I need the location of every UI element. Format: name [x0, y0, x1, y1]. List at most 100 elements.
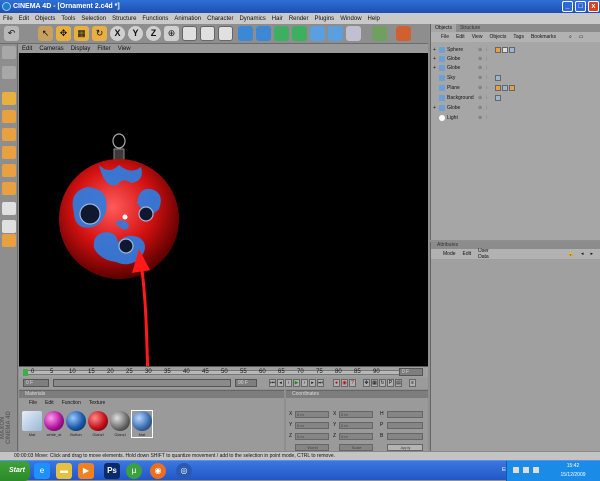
- tweak-mode-icon[interactable]: [2, 220, 16, 233]
- use-model-tool-icon[interactable]: [2, 92, 16, 105]
- record-scale-icon[interactable]: ▦: [371, 379, 378, 387]
- spline-pen-icon[interactable]: [274, 26, 289, 41]
- rotation-h-field[interactable]: [387, 411, 423, 418]
- menu-animation[interactable]: Animation: [174, 16, 201, 22]
- material-swatch[interactable]: Glanzl: [88, 411, 108, 437]
- position-z-field[interactable]: 0 m: [295, 433, 329, 440]
- object-mode-icon[interactable]: [2, 66, 16, 79]
- vp-menu-edit[interactable]: Edit: [22, 46, 32, 52]
- visibility-flags[interactable]: ⊕ ⁝: [478, 74, 488, 82]
- lock-icon[interactable]: 🔒: [568, 251, 574, 257]
- texture-tag-icon[interactable]: [502, 46, 508, 53]
- timeline-settings-icon[interactable]: ≡: [409, 379, 416, 387]
- menu-hair[interactable]: Hair: [272, 16, 283, 22]
- object-row[interactable]: Light ⊕ ⁝: [431, 114, 600, 122]
- expand-icon[interactable]: +: [433, 46, 436, 54]
- maximize-button[interactable]: □: [575, 1, 586, 12]
- position-y-field[interactable]: 0 m: [295, 422, 329, 429]
- texture-mode-icon[interactable]: [2, 110, 16, 123]
- minimize-button[interactable]: _: [562, 1, 573, 12]
- firefox-icon[interactable]: ◉: [150, 463, 166, 479]
- menu-objects[interactable]: Objects: [35, 16, 55, 22]
- visibility-flags[interactable]: ⊕ ⁝: [478, 94, 488, 102]
- points-mode-icon[interactable]: [2, 146, 16, 159]
- scale-z-field[interactable]: 0 m: [339, 433, 373, 440]
- object-tags[interactable]: [495, 74, 502, 82]
- play-icon[interactable]: ▶: [293, 379, 300, 387]
- mat-menu-function[interactable]: Function: [62, 400, 81, 406]
- menu-character[interactable]: Character: [207, 16, 233, 22]
- texture-tag-icon[interactable]: [509, 84, 515, 91]
- obj-menu-view[interactable]: View: [472, 34, 483, 40]
- phong-tag-icon[interactable]: [495, 46, 501, 53]
- menu-render[interactable]: Render: [289, 16, 309, 22]
- material-swatch[interactable]: Mat: [22, 411, 42, 437]
- enable-axis-icon[interactable]: [2, 202, 16, 215]
- object-tags[interactable]: [495, 84, 516, 92]
- deformer-icon[interactable]: [328, 26, 343, 41]
- material-tag-icon[interactable]: [495, 74, 501, 81]
- generator-icon[interactable]: [292, 26, 307, 41]
- size-mode-dropdown[interactable]: Scale: [339, 444, 373, 451]
- cube-primitive-icon[interactable]: [238, 26, 253, 41]
- rotation-p-field[interactable]: [387, 422, 423, 429]
- current-frame-field[interactable]: 0 F: [399, 368, 423, 376]
- y-axis-lock-icon[interactable]: Y: [128, 26, 143, 41]
- tab-structure[interactable]: Structure: [456, 24, 484, 32]
- go-to-start-icon[interactable]: ⏮: [269, 379, 276, 387]
- close-button[interactable]: x: [588, 1, 599, 12]
- light-icon[interactable]: [396, 26, 411, 41]
- apply-button[interactable]: Apply: [387, 444, 423, 451]
- tab-objects[interactable]: Objects: [431, 24, 456, 32]
- record-pla-icon[interactable]: ▤: [395, 379, 402, 387]
- obj-menu-objects[interactable]: Objects: [489, 34, 506, 40]
- compositing-tag-icon[interactable]: [495, 84, 501, 91]
- next-key-icon[interactable]: ▸: [309, 379, 316, 387]
- network-icon[interactable]: [513, 467, 519, 473]
- axis-mode-icon[interactable]: [2, 128, 16, 141]
- position-x-field[interactable]: 0 m: [295, 411, 329, 418]
- object-row[interactable]: + Globe ⊕ ⁝: [431, 64, 600, 72]
- cinema4d-task-icon[interactable]: ◎: [176, 463, 192, 479]
- expand-icon[interactable]: +: [433, 104, 436, 112]
- material-swatch[interactable]: Glanzl: [110, 411, 130, 437]
- material-swatch-selected[interactable]: Mat: [131, 410, 153, 438]
- object-row[interactable]: Sky ⊕ ⁝: [431, 74, 600, 82]
- menu-dynamics[interactable]: Dynamics: [239, 16, 265, 22]
- material-tag-icon[interactable]: [502, 84, 508, 91]
- polygons-mode-icon[interactable]: [2, 182, 16, 195]
- render-picture-viewer-icon[interactable]: [200, 26, 215, 41]
- nav-forward-icon[interactable]: ▸: [590, 251, 593, 257]
- volume-icon[interactable]: [523, 467, 529, 473]
- security-icon[interactable]: [533, 467, 539, 473]
- visibility-flags[interactable]: ⊕ ⁝: [478, 114, 488, 122]
- timeline[interactable]: 0 5 10 15 20 25 30 35 40 45 50 55 60 65 …: [19, 366, 428, 377]
- vp-menu-view[interactable]: View: [118, 46, 131, 52]
- snap-icon[interactable]: [2, 234, 16, 247]
- edges-mode-icon[interactable]: [2, 164, 16, 177]
- visibility-flags[interactable]: ⊕ ⁝: [478, 55, 488, 63]
- scale-icon[interactable]: ▦: [74, 26, 89, 41]
- render-settings-icon[interactable]: [218, 26, 233, 41]
- expand-icon[interactable]: +: [433, 55, 436, 63]
- record-parameter-icon[interactable]: P: [387, 379, 394, 387]
- mat-menu-edit[interactable]: Edit: [45, 400, 54, 406]
- object-row[interactable]: + Globe ⊕ ⁝: [431, 55, 600, 63]
- vp-menu-filter[interactable]: Filter: [97, 46, 110, 52]
- autokey-icon[interactable]: ◉: [341, 379, 348, 387]
- go-to-end-icon[interactable]: ⏭: [317, 379, 324, 387]
- hypernurbs-icon[interactable]: [256, 26, 271, 41]
- folder-icon[interactable]: ▬: [56, 463, 72, 479]
- nav-back-icon[interactable]: ◂: [581, 251, 584, 257]
- z-axis-lock-icon[interactable]: Z: [146, 26, 161, 41]
- start-button[interactable]: Start: [0, 461, 30, 481]
- material-tag-icon[interactable]: [495, 94, 501, 101]
- 3d-viewport[interactable]: [19, 53, 428, 366]
- scale-x-field[interactable]: 0 m: [339, 411, 373, 418]
- mat-menu-texture[interactable]: Texture: [89, 400, 105, 406]
- timeline-scrubber[interactable]: [23, 369, 28, 376]
- clock-date[interactable]: 15/12/2009: [547, 472, 599, 478]
- move-icon[interactable]: ✥: [56, 26, 71, 41]
- media-player-icon[interactable]: ▶: [78, 463, 94, 479]
- record-position-icon[interactable]: ✥: [363, 379, 370, 387]
